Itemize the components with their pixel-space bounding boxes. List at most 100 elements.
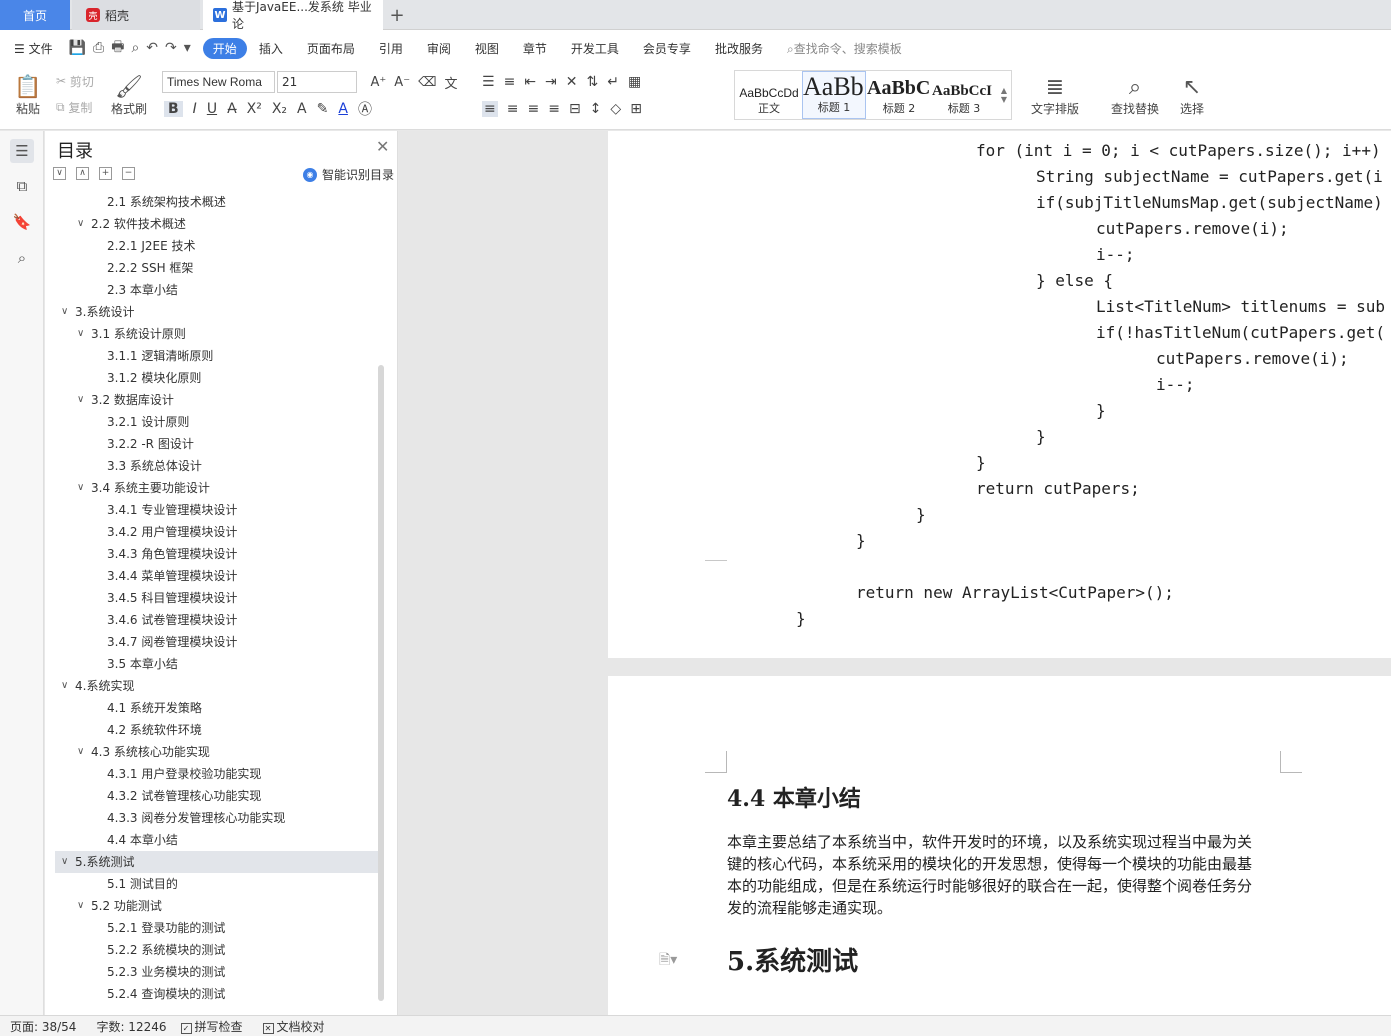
toc-item[interactable]: 3.4.4 菜单管理模块设计	[55, 565, 378, 587]
toc-item[interactable]: 3.2.2 -R 图设计	[55, 433, 378, 455]
decrease-indent-icon[interactable]: ⇤	[524, 74, 536, 90]
toc-item[interactable]: 3.4.6 试卷管理模块设计	[55, 609, 378, 631]
show-marks-icon[interactable]: ↵	[607, 74, 619, 90]
chevron-down-icon[interactable]: ∨	[61, 851, 68, 873]
chevron-down-icon[interactable]: ∨	[61, 675, 68, 697]
style-heading-1[interactable]: AaBb 标题 1	[802, 71, 866, 119]
chapter-nav-icon[interactable]: ⧉	[10, 174, 34, 198]
chevron-down-icon[interactable]: ∨	[77, 741, 84, 763]
clear-format-icon[interactable]: ⌫	[418, 75, 436, 90]
toc-item[interactable]: 4.3.2 试卷管理核心功能实现	[55, 785, 378, 807]
increase-indent-icon[interactable]: ⇥	[545, 74, 557, 90]
line-spacing-icon[interactable]: ↕	[590, 101, 602, 117]
toc-item[interactable]: ∨ 5.系统测试	[55, 851, 378, 873]
add-heading-icon[interactable]: +	[99, 167, 112, 180]
toc-item[interactable]: 3.2.1 设计原则	[55, 411, 378, 433]
collapse-up-icon[interactable]: ∧	[76, 167, 89, 180]
tab-home[interactable]: 首页	[0, 0, 70, 30]
toc-item[interactable]: 3.4.5 科目管理模块设计	[55, 587, 378, 609]
format-painter-button[interactable]: 🖌 格式刷	[108, 70, 150, 122]
close-icon[interactable]: ✕	[376, 137, 389, 156]
menu-insert[interactable]: 插入	[247, 40, 295, 57]
tab-daoke[interactable]: 壳稻壳	[72, 0, 200, 30]
grow-font-icon[interactable]: A⁺	[371, 75, 387, 90]
chevron-down-icon[interactable]: ∨	[77, 895, 84, 917]
menu-page-layout[interactable]: 页面布局	[295, 40, 367, 57]
chevron-down-icon[interactable]: ∨	[61, 301, 68, 323]
font-name-select[interactable]: Times New Roma	[162, 71, 275, 93]
toc-item[interactable]: 4.4 本章小结	[55, 829, 378, 851]
phonetic-icon[interactable]: 文	[444, 73, 457, 92]
customize-chevron-down-icon[interactable]: ▾	[184, 40, 191, 56]
toc-item[interactable]: ∨ 4.系统实现	[55, 675, 378, 697]
toc-item[interactable]: 5.2.3 业务模块的测试	[55, 961, 378, 983]
bullet-list-icon[interactable]: ☰	[482, 74, 495, 90]
toc-item[interactable]: ∨ 3.2 数据库设计	[55, 389, 378, 411]
toc-item[interactable]: 2.1 系统架构技术概述	[55, 191, 378, 213]
chevron-down-icon[interactable]: ∨	[77, 213, 84, 235]
toc-item[interactable]: 4.3.3 阅卷分发管理核心功能实现	[55, 807, 378, 829]
copy-button[interactable]: ⧉ 复制	[56, 98, 92, 116]
proofread-button[interactable]: ✕ 文档校对	[262, 1018, 325, 1035]
toc-item[interactable]: ∨ 3.1 系统设计原则	[55, 323, 378, 345]
export-pdf-icon[interactable]: ⎙	[93, 40, 104, 56]
align-center-icon[interactable]: ≡	[507, 101, 519, 117]
toc-item[interactable]: 5.1 测试目的	[55, 873, 378, 895]
justify-icon[interactable]: ≡	[548, 101, 560, 117]
align-left-icon[interactable]: ≡	[482, 101, 498, 117]
highlight-icon[interactable]: ✎	[317, 101, 329, 117]
subscript-icon[interactable]: X₂	[272, 101, 287, 117]
new-tab-plus-icon[interactable]: +	[386, 0, 408, 30]
toc-item[interactable]: 3.1.1 逻辑清晰原则	[55, 345, 378, 367]
sort-icon[interactable]: ⇅	[587, 74, 599, 90]
border-icon[interactable]: ⊞	[630, 101, 642, 117]
toc-item[interactable]: 3.1.2 模块化原则	[55, 367, 378, 389]
toc-item[interactable]: 5.2.1 登录功能的测试	[55, 917, 378, 939]
toc-scrollbar[interactable]	[378, 365, 384, 1001]
toc-item[interactable]: 3.4.3 角色管理模块设计	[55, 543, 378, 565]
superscript-icon[interactable]: X²	[247, 101, 262, 117]
numbered-list-icon[interactable]: ≡	[504, 74, 516, 90]
strikethrough-icon[interactable]: A̶	[227, 101, 237, 117]
toc-item[interactable]: 5.2.2 系统模块的测试	[55, 939, 378, 961]
toc-item[interactable]: 3.4.7 阅卷管理模块设计	[55, 631, 378, 653]
menu-member[interactable]: 会员专享	[631, 40, 703, 57]
smart-toc-button[interactable]: ◉ 智能识别目录	[303, 166, 394, 183]
cut-button[interactable]: ✂ 剪切	[56, 72, 94, 90]
chevron-down-icon[interactable]: ∨	[77, 477, 84, 499]
menu-chapter[interactable]: 章节	[511, 40, 559, 57]
spell-check-toggle[interactable]: ✓ 拼写检查	[180, 1018, 243, 1035]
toc-item[interactable]: ∨ 2.2 软件技术概述	[55, 213, 378, 235]
command-search[interactable]: ⌕查找命令、搜索模板	[775, 40, 914, 57]
menu-developer[interactable]: 开发工具	[559, 40, 631, 57]
toc-item[interactable]: 2.2.1 J2EE 技术	[55, 235, 378, 257]
char-border-icon[interactable]: Ⓐ	[358, 99, 372, 119]
paste-button[interactable]: 📋 粘贴	[8, 70, 48, 122]
menu-references[interactable]: 引用	[367, 40, 415, 57]
find-replace-button[interactable]: ⌕ 查找替换	[1104, 70, 1166, 122]
toc-item[interactable]: 5.2.4 查询模块的测试	[55, 983, 378, 1005]
toc-item[interactable]: ∨ 3.系统设计	[55, 301, 378, 323]
chinese-layout-icon[interactable]: ✕	[566, 74, 578, 90]
bookmark-icon[interactable]: 🔖	[10, 210, 34, 234]
expand-down-icon[interactable]: ∨	[53, 167, 66, 180]
word-count[interactable]: 字数: 12246	[96, 1018, 166, 1035]
distribute-icon[interactable]: ⊟	[569, 101, 581, 117]
toc-item[interactable]: 2.3 本章小结	[55, 279, 378, 301]
style-normal[interactable]: AaBbCcDd 正文	[737, 71, 801, 119]
tab-document[interactable]: W 基于JavaEE...发系统 毕业论	[203, 0, 383, 31]
menu-start[interactable]: 开始	[202, 37, 247, 59]
find-icon[interactable]: ⌕	[10, 246, 34, 270]
menu-view[interactable]: 视图	[463, 40, 511, 57]
toc-item[interactable]: ∨ 5.2 功能测试	[55, 895, 378, 917]
file-menu[interactable]: ☰ 文件	[0, 40, 65, 57]
style-heading-3[interactable]: AaBbCcI 标题 3	[932, 71, 996, 119]
menu-correction[interactable]: 批改服务	[703, 40, 775, 57]
text-effect-icon[interactable]: A	[297, 101, 307, 117]
style-heading-2[interactable]: AaBbC 标题 2	[867, 71, 931, 119]
print-icon[interactable]: 🖶	[111, 36, 124, 60]
table-style-icon[interactable]: ▦	[628, 74, 641, 90]
chevron-down-icon[interactable]: ∨	[77, 323, 84, 345]
font-color-icon[interactable]: A	[338, 101, 348, 117]
select-button[interactable]: ↖ 选择	[1172, 70, 1212, 122]
